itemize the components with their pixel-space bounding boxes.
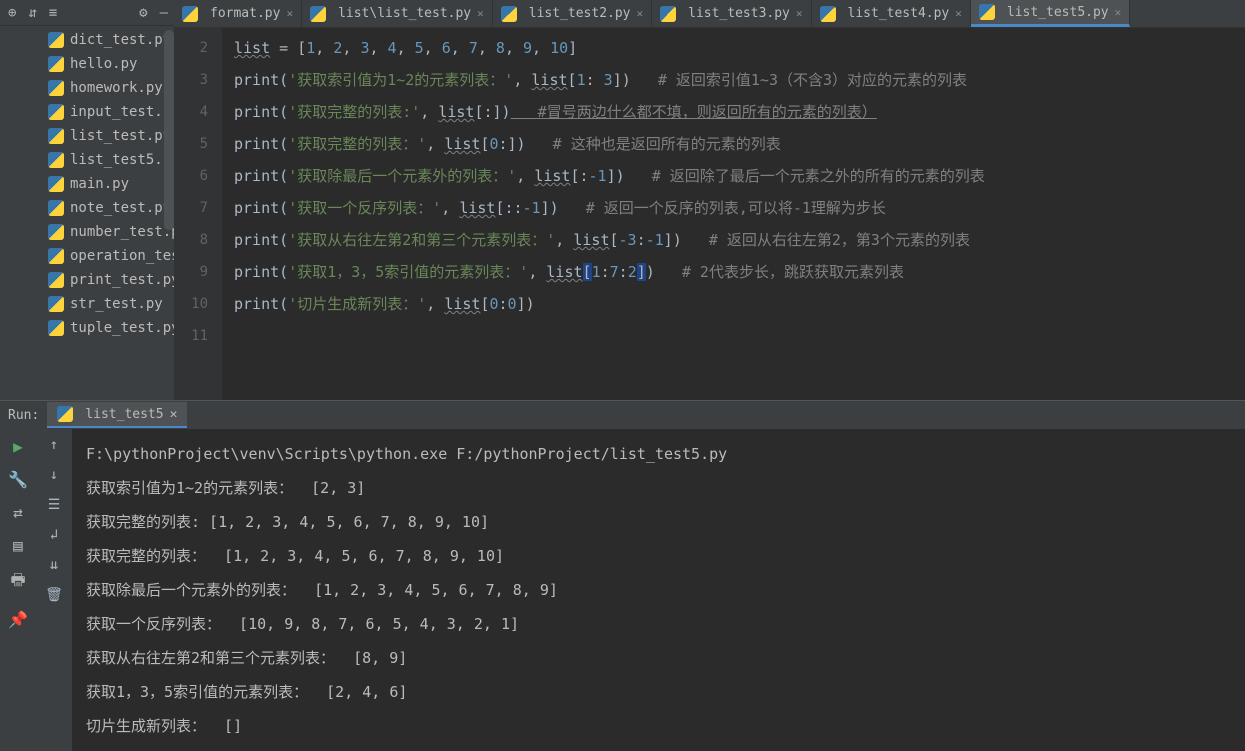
tab-label: format.py <box>210 6 280 21</box>
run-icon[interactable]: ▶ <box>13 437 23 456</box>
close-icon[interactable]: ✕ <box>955 7 962 20</box>
python-icon <box>48 104 64 120</box>
wrap-icon[interactable]: ↲ <box>50 527 58 543</box>
close-icon[interactable]: ✕ <box>477 7 484 20</box>
python-icon <box>57 406 73 422</box>
python-icon <box>48 296 64 312</box>
python-icon <box>48 32 64 48</box>
file-label: number_test.py <box>70 224 174 240</box>
pin-icon[interactable]: 📌 <box>8 610 28 629</box>
tab-label: list_test5.py <box>1007 5 1109 20</box>
editor-tab[interactable]: list\list_test.py ✕ <box>302 0 493 27</box>
python-icon <box>48 152 64 168</box>
file-item[interactable]: dict_test.py <box>0 28 174 52</box>
run-header: Run: list_test5 ✕ <box>0 401 1245 429</box>
sidebar-scrollbar[interactable] <box>164 30 174 230</box>
python-icon <box>48 176 64 192</box>
collapse-icon[interactable]: ⊕ <box>8 5 16 21</box>
tab-label: list\list_test.py <box>338 6 471 21</box>
file-item[interactable]: list_test.py <box>0 124 174 148</box>
editor-tab[interactable]: format.py ✕ <box>174 0 302 27</box>
file-label: homework.py <box>70 80 163 96</box>
file-item[interactable]: number_test.py <box>0 220 174 244</box>
python-icon <box>660 6 676 22</box>
run-output[interactable]: F:\pythonProject\venv\Scripts\python.exe… <box>72 429 1245 751</box>
expand-icon[interactable]: ⇵ <box>28 5 36 21</box>
wrench-icon[interactable]: 🔧 <box>8 470 28 489</box>
export-icon[interactable]: ☰ <box>48 497 61 513</box>
editor: format.py✕list\list_test.py✕list_test2.p… <box>174 0 1245 400</box>
file-label: main.py <box>70 176 129 192</box>
run-toolbar-left: ▶ 🔧 ⇄ ▤ 🖶 📌 <box>0 429 36 751</box>
close-icon[interactable]: ✕ <box>796 7 803 20</box>
scroll-icon[interactable]: ⇊ <box>50 557 58 573</box>
editor-tab[interactable]: list_test2.py ✕ <box>493 0 652 27</box>
close-icon[interactable]: ✕ <box>170 407 178 422</box>
file-item[interactable]: homework.py <box>0 76 174 100</box>
python-icon <box>48 320 64 336</box>
file-label: dict_test.py <box>70 32 171 48</box>
file-label: str_test.py <box>70 296 163 312</box>
python-icon <box>820 6 836 22</box>
tab-label: list_test3.py <box>688 6 790 21</box>
file-label: operation_test.py <box>70 248 174 264</box>
file-label: list_test5.py <box>70 152 174 168</box>
run-toolbar-mid: ↑ ↓ ☰ ↲ ⇊ 🗑 <box>36 429 72 751</box>
up-icon[interactable]: ↑ <box>50 437 58 453</box>
hide-icon[interactable]: — <box>160 5 168 21</box>
run-panel: Run: list_test5 ✕ ▶ 🔧 ⇄ ▤ 🖶 📌 ↑ ↓ ☰ ↲ ⇊ … <box>0 400 1245 751</box>
file-tree: dict_test.py hello.py homework.py input_tes… <box>0 26 174 340</box>
code-area[interactable]: list = [1, 2, 3, 4, 5, 6, 7, 8, 9, 10]pr… <box>222 28 1245 400</box>
python-icon <box>48 80 64 96</box>
editor-tab[interactable]: list_test3.py ✕ <box>652 0 811 27</box>
file-item[interactable]: note_test.py <box>0 196 174 220</box>
file-label: print_test.py <box>70 272 174 288</box>
close-icon[interactable]: ✕ <box>637 7 644 20</box>
sidebar-toolbar: ⊕ ⇵ ≡ ⚙ — <box>0 0 174 26</box>
editor-tab[interactable]: list_test5.py ✕ <box>971 0 1130 27</box>
file-label: tuple_test.py <box>70 320 174 336</box>
step-icon[interactable]: ⇄ <box>13 503 23 522</box>
close-icon[interactable]: ✕ <box>286 7 293 20</box>
file-item[interactable]: hello.py <box>0 52 174 76</box>
tab-label: list_test4.py <box>848 6 950 21</box>
python-icon <box>310 6 326 22</box>
file-label: input_test.py <box>70 104 174 120</box>
gear-icon[interactable]: ⚙ <box>139 5 147 21</box>
close-icon[interactable]: ✕ <box>1115 6 1122 19</box>
print-icon[interactable]: 🖶 <box>10 569 25 596</box>
python-icon <box>48 56 64 72</box>
down-icon[interactable]: ↓ <box>50 467 58 483</box>
python-icon <box>48 248 64 264</box>
file-item[interactable]: str_test.py <box>0 292 174 316</box>
python-icon <box>501 6 517 22</box>
file-label: list_test.py <box>70 128 171 144</box>
python-icon <box>48 128 64 144</box>
project-sidebar: ⊕ ⇵ ≡ ⚙ — dict_test.py hello.py homework.p… <box>0 0 174 400</box>
tab-label: list_test2.py <box>529 6 631 21</box>
file-item[interactable]: list_test5.py <box>0 148 174 172</box>
layout-icon[interactable]: ▤ <box>13 536 23 555</box>
run-title: Run: <box>8 408 39 423</box>
python-icon <box>48 224 64 240</box>
editor-tabs: format.py✕list\list_test.py✕list_test2.p… <box>174 0 1245 28</box>
run-tab[interactable]: list_test5 ✕ <box>47 402 187 428</box>
file-item[interactable]: operation_test.py <box>0 244 174 268</box>
editor-tab[interactable]: list_test4.py ✕ <box>812 0 971 27</box>
run-tab-label: list_test5 <box>85 407 163 422</box>
python-icon <box>182 6 198 22</box>
python-icon <box>979 4 995 20</box>
file-item[interactable]: print_test.py <box>0 268 174 292</box>
file-label: note_test.py <box>70 200 171 216</box>
file-item[interactable]: input_test.py <box>0 100 174 124</box>
line-gutter: 234567891011 <box>174 28 222 400</box>
file-label: hello.py <box>70 56 137 72</box>
python-icon <box>48 200 64 216</box>
trash-icon[interactable]: 🗑 <box>45 587 63 603</box>
file-item[interactable]: tuple_test.py <box>0 316 174 340</box>
file-item[interactable]: main.py <box>0 172 174 196</box>
select-opened-icon[interactable]: ≡ <box>49 5 57 21</box>
python-icon <box>48 272 64 288</box>
